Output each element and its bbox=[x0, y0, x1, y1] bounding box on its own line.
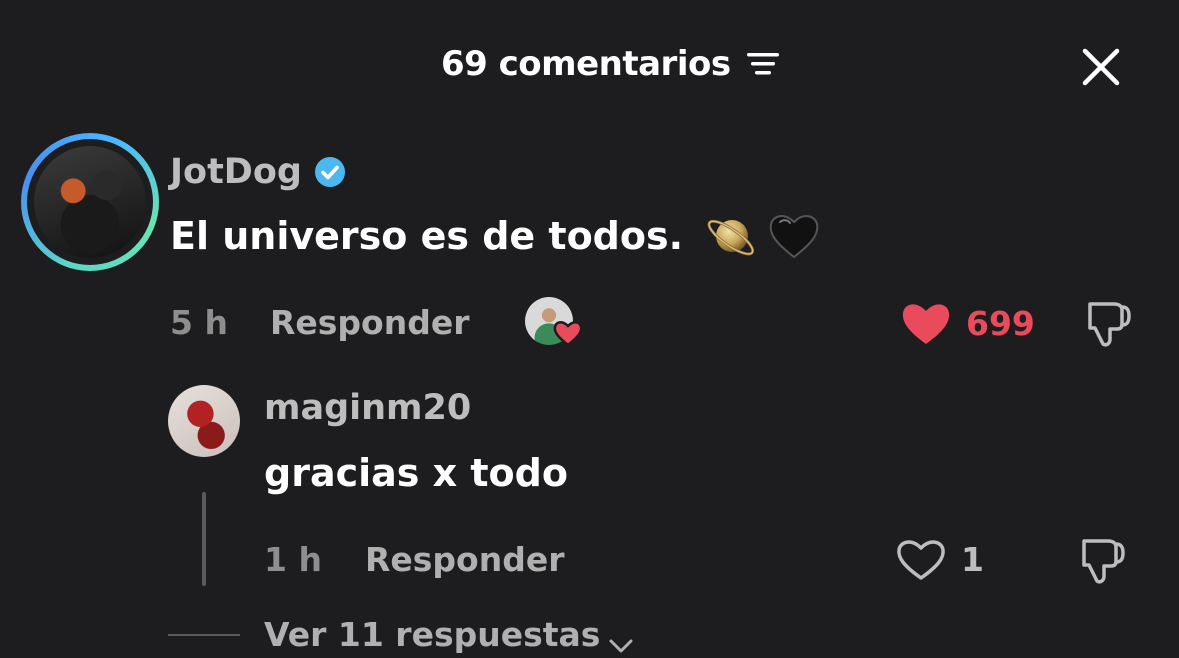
reply-avatar[interactable] bbox=[168, 385, 240, 457]
heart-outline-icon bbox=[895, 536, 947, 582]
reply-comment-text: gracias x todo bbox=[264, 451, 568, 495]
sort-icon[interactable] bbox=[743, 50, 783, 78]
comment-username[interactable]: JotDog bbox=[170, 152, 346, 192]
black-heart-icon bbox=[766, 208, 822, 264]
reply-timestamp: 1 h bbox=[264, 540, 322, 579]
liked-by-creator-badge bbox=[525, 297, 583, 349]
avatar-photo bbox=[34, 146, 146, 258]
thread-line bbox=[202, 492, 206, 586]
reply-like-button[interactable]: 1 bbox=[895, 536, 984, 582]
comments-header[interactable]: 69 comentarios bbox=[441, 44, 783, 84]
heart-filled-icon bbox=[900, 300, 952, 346]
reply-button[interactable]: Responder bbox=[270, 303, 470, 342]
reply-dislike-button[interactable] bbox=[1074, 535, 1128, 587]
reply-username[interactable]: maginm20 bbox=[264, 388, 471, 428]
avatar-ring-gap bbox=[27, 139, 153, 265]
verified-badge-icon bbox=[314, 156, 346, 188]
like-count: 699 bbox=[966, 303, 1035, 343]
view-replies-button[interactable]: Ver 11 respuestas bbox=[264, 615, 634, 654]
dislike-button[interactable] bbox=[1080, 298, 1134, 350]
like-button[interactable]: 699 bbox=[900, 300, 1035, 346]
thumbs-down-icon bbox=[1082, 539, 1125, 584]
comment-timestamp: 5 h bbox=[170, 303, 228, 342]
username-text: JotDog bbox=[170, 152, 302, 192]
comments-count-title: 69 comentarios bbox=[441, 44, 731, 84]
view-replies-label: Ver 11 respuestas bbox=[264, 615, 601, 654]
heart-icon bbox=[553, 319, 583, 347]
close-icon[interactable] bbox=[1080, 46, 1122, 88]
comment-emojis bbox=[704, 208, 822, 264]
reply-to-reply-button[interactable]: Responder bbox=[365, 540, 565, 579]
comments-panel: 69 comentarios JotDog El universo es de … bbox=[0, 0, 1179, 658]
view-replies-divider bbox=[168, 634, 240, 636]
comment-text: El universo es de todos. bbox=[170, 214, 684, 258]
avatar[interactable] bbox=[21, 133, 159, 271]
chevron-down-icon bbox=[608, 625, 634, 652]
thumbs-down-icon bbox=[1088, 302, 1131, 347]
planet-icon bbox=[704, 208, 760, 264]
reply-like-count: 1 bbox=[961, 539, 984, 579]
